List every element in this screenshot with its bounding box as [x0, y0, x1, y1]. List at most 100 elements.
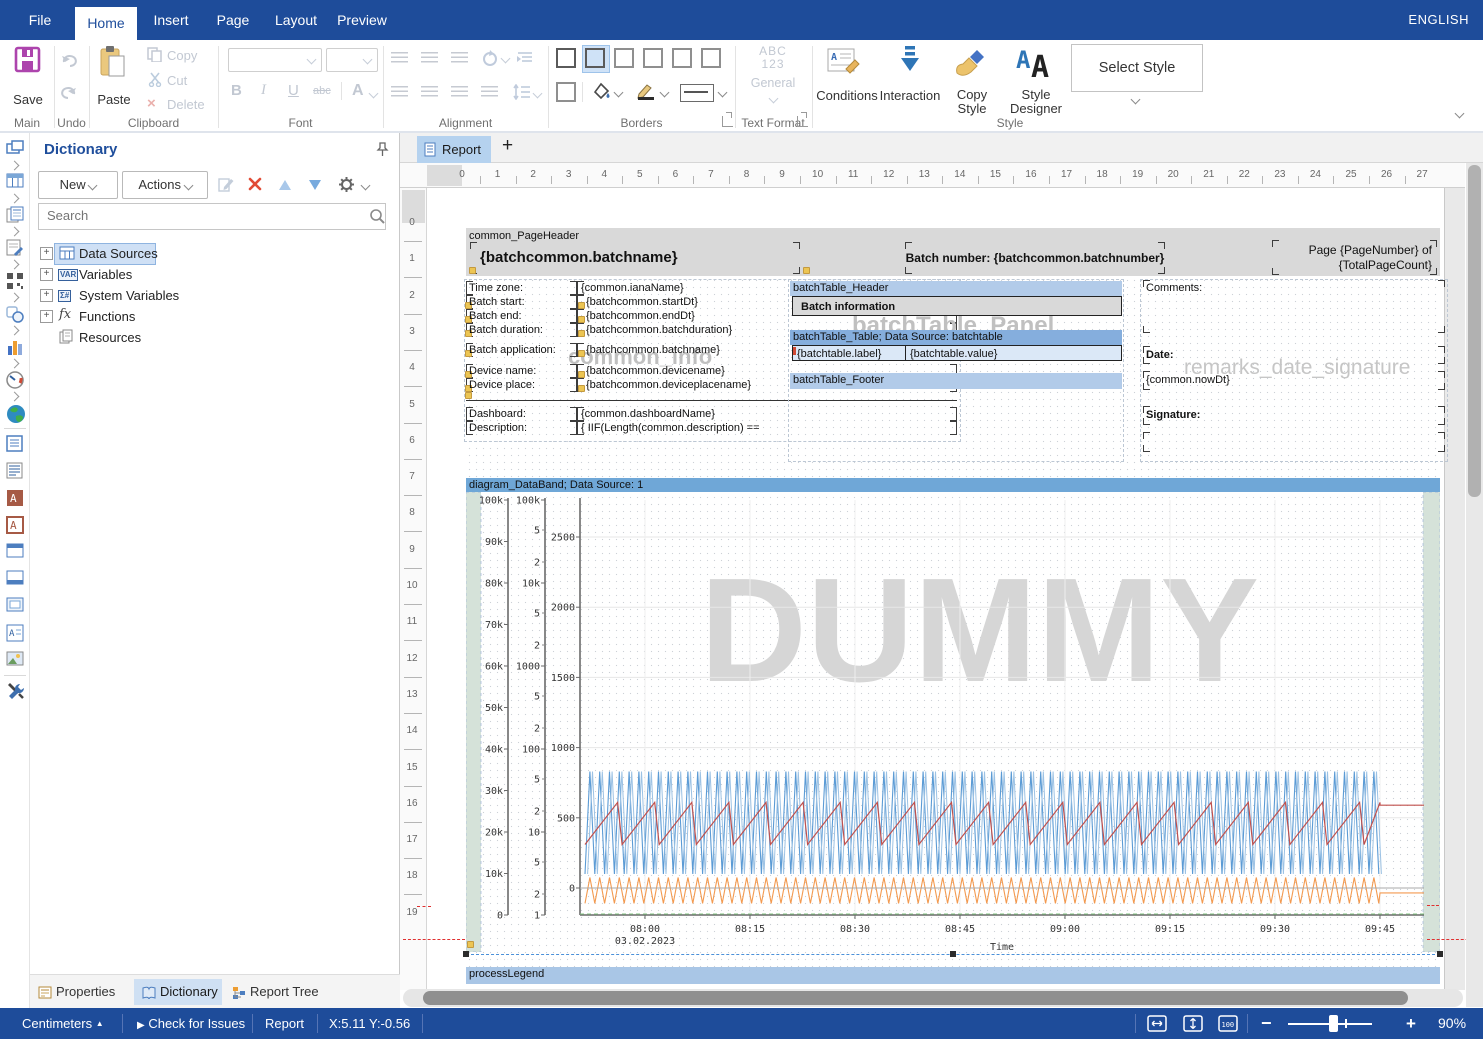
pin-icon[interactable]: [376, 142, 389, 162]
check-for-issues-button[interactable]: ▶ Check for Issues: [137, 1008, 245, 1039]
cross-tab-expander-icon[interactable]: [10, 194, 20, 204]
info-label[interactable]: Batch duration:: [466, 323, 577, 337]
actions-button[interactable]: Actions: [122, 171, 208, 199]
batch-information-cell[interactable]: Batch information: [792, 296, 1122, 316]
signature-box-component[interactable]: [1143, 432, 1445, 452]
gauge-expander-icon[interactable]: [10, 392, 20, 402]
language-selector[interactable]: ENGLISH: [1408, 0, 1469, 40]
info-label[interactable]: Device place:: [466, 378, 577, 392]
style-designer-button[interactable]: Style Designer: [1005, 88, 1067, 116]
zip-code-icon[interactable]: A: [6, 624, 24, 642]
border-outside-button[interactable]: [585, 48, 605, 68]
border-top-button[interactable]: [643, 48, 663, 68]
redo-icon[interactable]: [60, 82, 78, 105]
rich-text-icon[interactable]: [6, 462, 24, 480]
shape-expander-icon[interactable]: [10, 326, 20, 336]
report-page-tab[interactable]: Report: [417, 136, 491, 163]
resize-handle[interactable]: [1437, 951, 1443, 957]
diagram-data-band[interactable]: diagram_DataBand; Data Source: 1: [466, 478, 1440, 492]
info-label[interactable]: Device name:: [466, 364, 577, 378]
batch-number-text-component[interactable]: Batch number: {batchcommon.batchnumber}: [905, 242, 1165, 274]
gauge-icon[interactable]: [6, 371, 24, 389]
panel-tab-properties[interactable]: Properties: [56, 979, 115, 1005]
new-button[interactable]: New: [38, 171, 118, 199]
map-icon[interactable]: [6, 404, 24, 422]
tree-item-functions[interactable]: + fx Functions: [30, 306, 400, 326]
html-text-icon[interactable]: A: [6, 489, 24, 507]
barcode-icon[interactable]: [6, 272, 24, 290]
settings-gear-icon[interactable]: [338, 176, 355, 198]
border-left-button[interactable]: [614, 48, 634, 68]
info-label[interactable]: Dashboard:: [466, 407, 577, 421]
sub-report-icon[interactable]: [6, 597, 24, 615]
select-style-button[interactable]: Select Style: [1071, 44, 1203, 92]
shape-icon[interactable]: [6, 305, 24, 323]
text-component-icon[interactable]: [6, 435, 24, 453]
barcode-expander-icon[interactable]: [10, 293, 20, 303]
search-icon[interactable]: [369, 208, 386, 230]
delete-item-icon[interactable]: [247, 176, 263, 197]
fit-page-width-icon[interactable]: [1146, 1013, 1168, 1034]
diagram-chart[interactable]: 100k90k80k70k60k50k40k30k20k10k0100k5210…: [466, 492, 1440, 952]
zoom-out-button[interactable]: −: [1261, 1008, 1272, 1039]
chart-expander-icon[interactable]: [10, 359, 20, 369]
zoom-in-button[interactable]: +: [1406, 1008, 1416, 1039]
tree-item-system-variables[interactable]: + Σ# System Variables: [30, 285, 400, 305]
tree-item-data-sources[interactable]: + Data Sources: [30, 243, 400, 263]
image-icon[interactable]: [6, 651, 24, 669]
fill-color-icon[interactable]: [593, 82, 611, 105]
signature-label-component[interactable]: Signature:: [1143, 406, 1445, 425]
tree-item-variables[interactable]: + VAR Variables: [30, 264, 400, 284]
tools-icon[interactable]: [6, 682, 24, 700]
zoom-100-icon[interactable]: 100: [1217, 1013, 1239, 1034]
border-none-button[interactable]: [556, 82, 576, 102]
date-value-component[interactable]: {common.nowDt}: [1143, 371, 1445, 390]
signature-icon[interactable]: [6, 239, 24, 257]
select-style-chevron-icon[interactable]: [1131, 95, 1141, 105]
menu-tab-layout[interactable]: Layout: [266, 0, 326, 40]
info-label[interactable]: Time zone:: [466, 281, 577, 295]
date-label-component[interactable]: Date:: [1143, 346, 1445, 364]
info-label[interactable]: Batch end:: [466, 309, 577, 323]
units-selector[interactable]: Centimeters ▲: [22, 1008, 104, 1039]
signature-expander-icon[interactable]: [10, 260, 20, 270]
horizontal-scrollbar-thumb[interactable]: [423, 991, 1408, 1005]
save-button[interactable]: Save: [4, 92, 52, 107]
resize-handle[interactable]: [463, 951, 469, 957]
resize-handle[interactable]: [950, 951, 956, 957]
chart-icon[interactable]: [6, 338, 24, 356]
text-format-dialog-launcher-icon[interactable]: [797, 116, 808, 127]
vertical-scrollbar-thumb[interactable]: [1468, 165, 1481, 497]
border-all-button[interactable]: [556, 48, 576, 68]
bands-icon[interactable]: [6, 140, 24, 158]
batch-name-text-component[interactable]: {batchcommon.batchname}: [470, 242, 800, 274]
border-bottom-button[interactable]: [701, 48, 721, 68]
menu-tab-preview[interactable]: Preview: [330, 0, 394, 40]
zoom-percentage[interactable]: 90%: [1438, 1008, 1466, 1039]
bands-expander-icon[interactable]: [10, 161, 20, 171]
zoom-slider-thumb[interactable]: [1329, 1015, 1338, 1032]
batch-table-label-cell[interactable]: {batchtable.label}: [792, 345, 906, 361]
border-color-icon[interactable]: [636, 82, 656, 105]
vertical-ruler[interactable]: 012345678910111213141516171819: [400, 188, 427, 990]
page-number-text-component[interactable]: Page {PageNumber} of {TotalPageCount}: [1272, 240, 1437, 275]
expand-plus-icon[interactable]: +: [40, 310, 53, 323]
tree-item-resources[interactable]: Resources: [30, 327, 400, 347]
ribbon-collapse-icon[interactable]: [1455, 109, 1465, 119]
batch-table-footer-band[interactable]: batchTable_Footer: [790, 373, 1122, 389]
menu-tab-insert[interactable]: Insert: [142, 0, 200, 40]
info-label[interactable]: Batch application:: [466, 343, 577, 357]
batch-table-value-cell[interactable]: {batchtable.value}: [905, 345, 1122, 361]
cross-tab-icon[interactable]: [6, 173, 24, 191]
comments-text-component[interactable]: Comments:: [1143, 280, 1445, 333]
panel-tab-report-tree[interactable]: Report Tree: [250, 979, 319, 1005]
undo-icon[interactable]: [60, 50, 78, 73]
copy-style-button[interactable]: Copy Style: [948, 88, 996, 116]
paste-button[interactable]: Paste: [90, 92, 138, 107]
settings-chevron-icon[interactable]: [361, 181, 371, 191]
menu-tab-file[interactable]: File: [12, 0, 68, 40]
fit-whole-page-icon[interactable]: [1182, 1013, 1204, 1034]
expand-plus-icon[interactable]: +: [40, 247, 53, 260]
conditions-button[interactable]: Conditions: [812, 88, 882, 103]
horizontal-ruler[interactable]: 0123456789101112131415161718192021222324…: [427, 163, 1465, 188]
